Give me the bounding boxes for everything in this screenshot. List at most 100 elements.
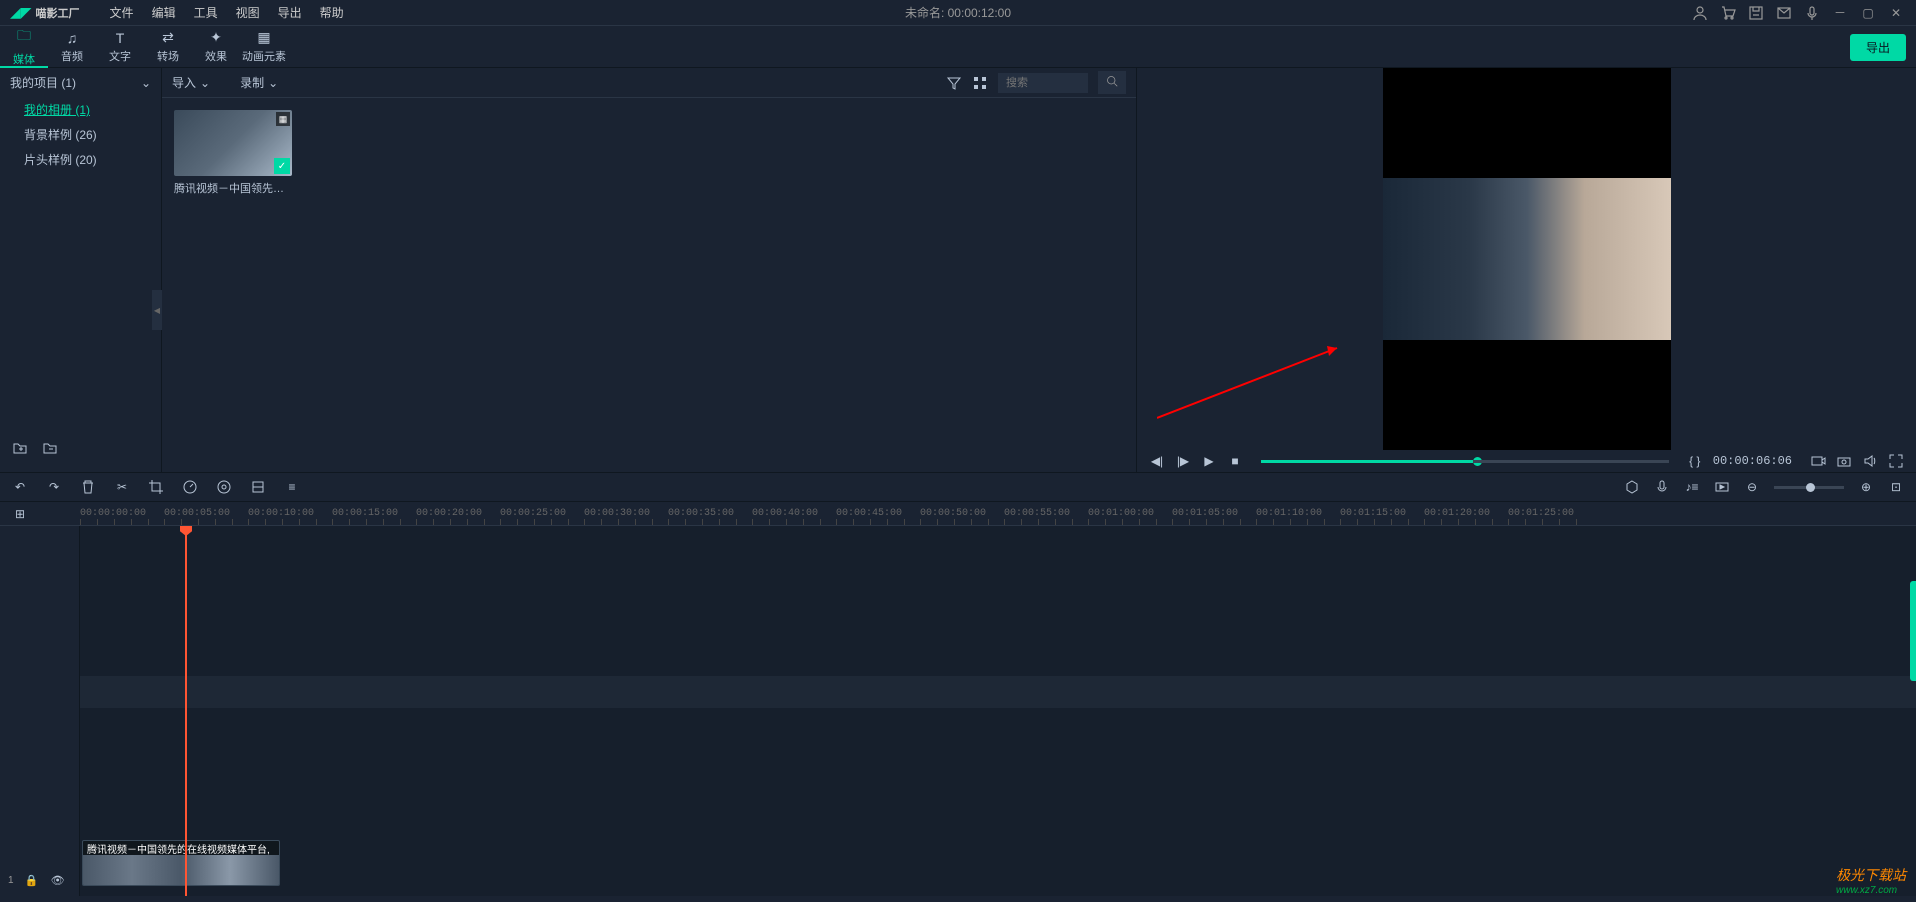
marker-bracket[interactable]: { } <box>1687 453 1703 469</box>
marker-button[interactable] <box>1624 479 1640 495</box>
sidebar-collapse-button[interactable]: ◀ <box>152 290 162 330</box>
quality-icon[interactable] <box>1810 453 1826 469</box>
minimize-icon[interactable]: － <box>1832 5 1848 21</box>
menu-export[interactable]: 导出 <box>278 4 302 21</box>
record-button[interactable]: 录制 ⌄ <box>240 74 278 91</box>
cart-icon[interactable] <box>1720 5 1736 21</box>
maximize-icon[interactable]: ▢ <box>1860 5 1876 21</box>
tab-audio[interactable]: ♫ 音频 <box>48 26 96 68</box>
undo-button[interactable]: ↶ <box>12 479 28 495</box>
zoom-fit-button[interactable]: ⊡ <box>1888 479 1904 495</box>
preview-timecode: 00:00:06:06 <box>1713 454 1792 468</box>
export-button[interactable]: 导出 <box>1850 34 1906 61</box>
watermark: 极光下载站 www.xz7.com <box>1836 865 1906 896</box>
new-folder-icon[interactable] <box>12 440 28 456</box>
tab-transition-label: 转场 <box>157 48 179 64</box>
stop-button[interactable]: ■ <box>1227 453 1243 469</box>
ruler-timestamp: 00:00:55:00 <box>1004 508 1070 519</box>
timeline-tracks[interactable]: 1 🔒 👁 腾讯视频－中国领先的在线视频媒体平台, <box>0 526 1916 896</box>
watermark-url: www.xz7.com <box>1836 885 1906 896</box>
zoom-slider[interactable] <box>1774 486 1844 489</box>
anim-icon: ▦ <box>257 29 270 46</box>
track-area-mid <box>80 676 1916 708</box>
ruler-timestamp: 00:00:05:00 <box>164 508 230 519</box>
zoom-in-button[interactable]: ⊕ <box>1858 479 1874 495</box>
search-input[interactable] <box>998 73 1088 93</box>
media-clip-label: 腾讯视频－中国领先的在 <box>174 180 292 196</box>
grid-view-icon[interactable] <box>972 75 988 91</box>
ruler-timestamp: 00:00:35:00 <box>668 508 734 519</box>
tab-media[interactable]: 🗀 媒体 <box>0 26 48 68</box>
media-sidebar: 我的项目 (1) ⌄ 我的相册 (1) 背景样例 (26) 片头样例 (20) <box>0 68 162 472</box>
playhead[interactable] <box>185 526 187 896</box>
save-icon[interactable] <box>1748 5 1764 21</box>
clip-badge-icon: ▦ <box>276 112 290 126</box>
chevron-down-icon: ⌄ <box>200 76 210 90</box>
zoom-out-button[interactable]: ⊖ <box>1744 479 1760 495</box>
video-frame <box>1383 68 1671 450</box>
play-button[interactable]: ▶ <box>1201 453 1217 469</box>
color-button[interactable] <box>216 479 232 495</box>
progress-thumb[interactable] <box>1473 457 1482 466</box>
render-button[interactable] <box>1714 479 1730 495</box>
tab-effect-label: 效果 <box>205 48 227 64</box>
effect-icon: ✦ <box>210 29 222 46</box>
volume-icon[interactable] <box>1862 453 1878 469</box>
message-icon[interactable] <box>1776 5 1792 21</box>
timeline-ruler[interactable]: ⊞ 00:00:00:0000:00:05:0000:00:10:0000:00… <box>0 502 1916 526</box>
tab-anim[interactable]: ▦ 动画元素 <box>240 26 288 68</box>
tab-transition[interactable]: ⇄ 转场 <box>144 26 192 68</box>
fullscreen-icon[interactable] <box>1888 453 1904 469</box>
tab-audio-label: 音频 <box>61 48 83 64</box>
preview-viewport[interactable] <box>1137 68 1916 450</box>
track-number: 1 <box>8 875 14 886</box>
filter-icon[interactable] <box>946 75 962 91</box>
mic-icon[interactable] <box>1804 5 1820 21</box>
adjust-button[interactable]: ≡ <box>284 479 300 495</box>
watermark-site: 极光下载站 <box>1836 867 1906 883</box>
crop-button[interactable] <box>148 479 164 495</box>
menu-file[interactable]: 文件 <box>110 4 134 21</box>
media-clip-item[interactable]: ▦ ✓ 腾讯视频－中国领先的在 <box>174 110 292 196</box>
ruler-timestamp: 00:01:05:00 <box>1172 508 1238 519</box>
scrollbar-indicator[interactable] <box>1910 581 1916 681</box>
sidebar-item-bg[interactable]: 背景样例 (26) <box>0 122 161 147</box>
close-icon[interactable]: ✕ <box>1888 5 1904 21</box>
menu-view[interactable]: 视图 <box>236 4 260 21</box>
split-button[interactable]: ✂ <box>114 479 130 495</box>
next-frame-button[interactable]: |▶ <box>1175 453 1191 469</box>
ruler-timestamp: 00:00:00:00 <box>80 508 146 519</box>
sidebar-project-header[interactable]: 我的项目 (1) ⌄ <box>0 68 161 97</box>
snapshot-icon[interactable] <box>1836 453 1852 469</box>
video-content <box>1383 178 1671 340</box>
voice-button[interactable] <box>1654 479 1670 495</box>
menu-tool[interactable]: 工具 <box>194 4 218 21</box>
eye-icon[interactable]: 👁 <box>50 872 66 888</box>
ruler-timestamp: 00:01:20:00 <box>1424 508 1490 519</box>
ruler-timestamp: 00:00:50:00 <box>920 508 986 519</box>
import-button[interactable]: 导入 ⌄ <box>172 74 210 91</box>
search-button[interactable] <box>1098 71 1126 94</box>
preview-progress[interactable] <box>1261 460 1669 463</box>
tab-text[interactable]: T 文字 <box>96 26 144 68</box>
delete-folder-icon[interactable] <box>42 440 58 456</box>
ruler-timestamp: 00:00:20:00 <box>416 508 482 519</box>
redo-button[interactable]: ↷ <box>46 479 62 495</box>
import-label: 导入 <box>172 74 196 91</box>
sidebar-item-album[interactable]: 我的相册 (1) <box>0 97 161 122</box>
prev-frame-button[interactable]: ◀| <box>1149 453 1165 469</box>
lock-icon[interactable]: 🔒 <box>24 872 40 888</box>
tab-effect[interactable]: ✦ 效果 <box>192 26 240 68</box>
menu-edit[interactable]: 编辑 <box>152 4 176 21</box>
zoom-thumb[interactable] <box>1806 483 1815 492</box>
speed-button[interactable] <box>182 479 198 495</box>
timeline-clip[interactable]: 腾讯视频－中国领先的在线视频媒体平台, <box>82 840 280 886</box>
menu-help[interactable]: 帮助 <box>320 4 344 21</box>
user-icon[interactable] <box>1692 5 1708 21</box>
sidebar-item-intro[interactable]: 片头样例 (20) <box>0 147 161 172</box>
delete-button[interactable] <box>80 479 96 495</box>
mixer-button[interactable]: ♪≡ <box>1684 479 1700 495</box>
text-icon: T <box>116 30 125 46</box>
green-screen-button[interactable] <box>250 479 266 495</box>
track-adjust-button[interactable]: ⊞ <box>12 506 28 522</box>
